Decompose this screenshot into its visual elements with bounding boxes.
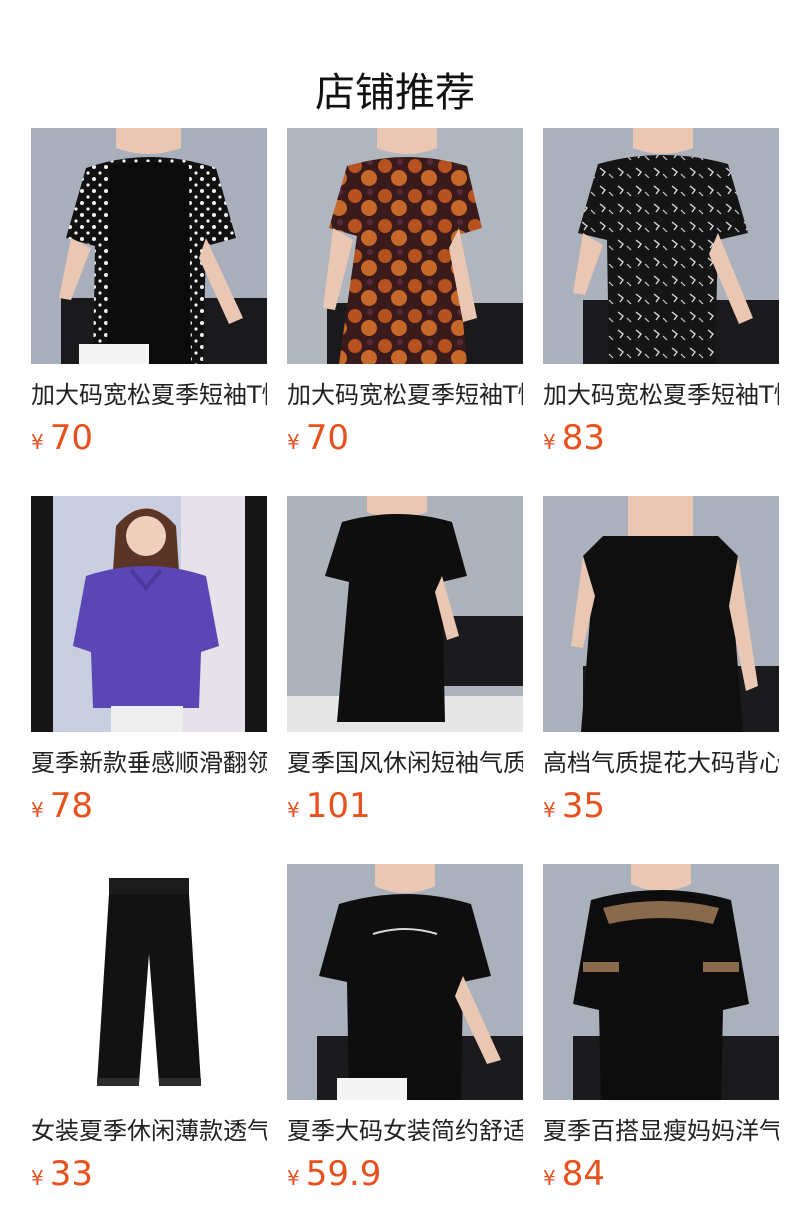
product-card[interactable]: 高档气质提花大码背心 ¥35 [543,496,779,864]
product-card[interactable]: 夏季百搭显瘦妈妈洋气 ¥84 [543,864,779,1232]
product-price: ¥70 [31,418,93,458]
black-hooded-top-photo[interactable] [287,864,523,1100]
product-card[interactable]: 女装夏季休闲薄款透气 ¥33 [31,864,267,1232]
product-price: ¥59.9 [287,1154,381,1194]
product-price: ¥78 [31,786,93,826]
product-name[interactable]: 加大码宽松夏季短袖T恤 [543,379,779,411]
product-card[interactable]: 加大码宽松夏季短袖T恤 ¥70 [287,128,523,496]
product-price: ¥70 [287,418,349,458]
product-card[interactable]: 夏季国风休闲短袖气质 ¥101 [287,496,523,864]
product-name[interactable]: 女装夏季休闲薄款透气 [31,1115,267,1147]
product-card[interactable]: 夏季新款垂感顺滑翻领 ¥78 [31,496,267,864]
polka-dot-top-photo[interactable] [31,128,267,364]
price-amount: 33 [49,1154,93,1194]
price-amount: 78 [49,786,93,826]
embroidered-black-top-photo[interactable] [543,864,779,1100]
currency-symbol: ¥ [543,430,556,454]
print-black-top-photo[interactable] [543,128,779,364]
product-name[interactable]: 高档气质提花大码背心 [543,747,779,779]
black-vest-photo[interactable] [543,496,779,732]
product-price: ¥101 [287,786,371,826]
price-amount: 70 [49,418,93,458]
price-amount: 35 [561,786,605,826]
page-title: 店铺推荐 [315,69,475,116]
currency-symbol: ¥ [31,798,44,822]
price-amount: 59.9 [305,1154,382,1194]
product-name[interactable]: 夏季大码女装简约舒适 [287,1115,523,1147]
currency-symbol: ¥ [543,1166,556,1190]
currency-symbol: ¥ [287,430,300,454]
price-amount: 83 [561,418,605,458]
product-name[interactable]: 加大码宽松夏季短袖T恤 [31,379,267,411]
currency-symbol: ¥ [31,1166,44,1190]
purple-shirt-photo[interactable] [31,496,267,732]
product-price: ¥84 [543,1154,605,1194]
currency-symbol: ¥ [287,798,300,822]
product-name[interactable]: 夏季新款垂感顺滑翻领 [31,747,267,779]
currency-symbol: ¥ [31,430,44,454]
price-amount: 84 [561,1154,605,1194]
product-card[interactable]: 夏季大码女装简约舒适 ¥59.9 [287,864,523,1232]
product-card[interactable]: 加大码宽松夏季短袖T恤 ¥83 [543,128,779,496]
product-name[interactable]: 夏季国风休闲短袖气质 [287,747,523,779]
product-name[interactable]: 夏季百搭显瘦妈妈洋气 [543,1115,779,1147]
black-pants-photo[interactable] [31,864,267,1100]
product-name[interactable]: 加大码宽松夏季短袖T恤 [287,379,523,411]
price-amount: 101 [305,786,371,826]
currency-symbol: ¥ [287,1166,300,1190]
floral-orange-top-photo[interactable] [287,128,523,364]
currency-symbol: ¥ [543,798,556,822]
product-price: ¥83 [543,418,605,458]
product-price: ¥33 [31,1154,93,1194]
price-amount: 70 [305,418,349,458]
black-dress-photo[interactable] [287,496,523,732]
product-price: ¥35 [543,786,605,826]
product-card[interactable]: 加大码宽松夏季短袖T恤 ¥70 [31,128,267,496]
product-grid: 加大码宽松夏季短袖T恤 ¥70 加大码宽松夏季短袖T恤 ¥ 70 加大码宽松夏季… [31,128,779,1232]
